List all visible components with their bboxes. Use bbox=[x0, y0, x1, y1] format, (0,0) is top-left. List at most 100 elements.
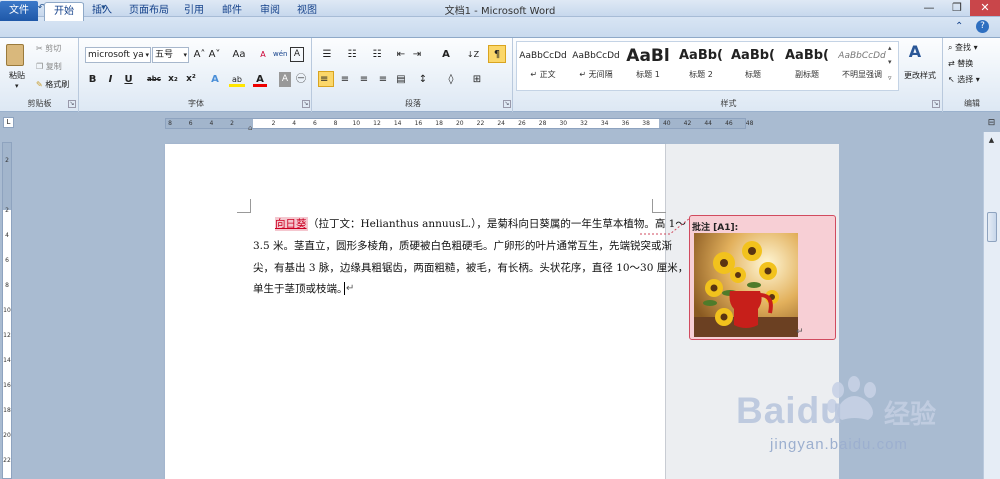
style-heading-2[interactable]: AaBb(标题 2 bbox=[675, 43, 727, 87]
paste-icon[interactable] bbox=[6, 44, 24, 66]
ruler-tick: 8 bbox=[168, 120, 172, 127]
paragraph-launcher-icon[interactable]: ↘ bbox=[503, 100, 511, 108]
select-button[interactable]: ↖ 选择 ▾ bbox=[948, 72, 980, 87]
italic-button[interactable]: I bbox=[104, 72, 117, 87]
center-icon[interactable]: ≡ bbox=[337, 72, 353, 87]
doc-line-3[interactable]: 尖，有基出 3 脉，边缘具粗锯齿，两面粗糙，被毛，有长柄。头状花序，直径 10～… bbox=[253, 261, 688, 275]
font-launcher-icon[interactable]: ↘ bbox=[302, 100, 310, 108]
find-button[interactable]: ⌕ 查找 ▾ bbox=[948, 40, 978, 55]
distributed-icon[interactable]: ▤ bbox=[393, 72, 409, 87]
sort-icon[interactable]: ↓Z bbox=[465, 47, 481, 62]
copy-button[interactable]: ❐ 复制 bbox=[36, 59, 62, 74]
tab-selector-icon[interactable]: L bbox=[3, 117, 14, 128]
style-no-spacing[interactable]: AaBbCcDd ↵ 无间隔 bbox=[570, 43, 622, 87]
gallery-up-icon[interactable]: ▴ bbox=[888, 44, 892, 52]
styles-launcher-icon[interactable]: ↘ bbox=[932, 100, 940, 108]
format-painter-button[interactable]: ✎ 格式刷 bbox=[36, 77, 69, 92]
cut-button[interactable]: ✂ 剪切 bbox=[36, 41, 61, 56]
clipboard-launcher-icon[interactable]: ↘ bbox=[68, 100, 76, 108]
chevron-down-icon[interactable]: ▾ bbox=[145, 48, 149, 62]
align-left-icon[interactable]: ≡ bbox=[318, 71, 334, 87]
vruler-tick: 22 bbox=[3, 457, 11, 464]
shading-icon[interactable]: ◊ bbox=[443, 72, 459, 87]
comment-anchor-text[interactable]: 向日葵 bbox=[275, 217, 307, 231]
vruler-tick: 6 bbox=[5, 257, 9, 264]
sunflowers-vase-image[interactable] bbox=[694, 233, 798, 337]
numbering-icon[interactable]: ☷ bbox=[343, 47, 361, 62]
scroll-up-icon[interactable]: ▲ bbox=[985, 134, 998, 146]
gallery-more-icon[interactable]: ▿ bbox=[888, 74, 892, 82]
borders-icon[interactable]: ⊞ bbox=[469, 72, 485, 87]
text-effects-icon[interactable]: A bbox=[208, 72, 222, 87]
increase-indent-icon[interactable]: ⇥ bbox=[410, 47, 424, 62]
style-normal[interactable]: AaBbCcDd ↵ 正文 bbox=[517, 43, 569, 87]
chinese-layout-icon[interactable]: A bbox=[437, 47, 455, 62]
change-case-icon[interactable]: Aa bbox=[230, 47, 248, 62]
bullets-icon[interactable]: ☰ bbox=[318, 47, 336, 62]
clear-formatting-icon[interactable]: A bbox=[256, 47, 270, 62]
help-icon[interactable]: ? bbox=[976, 20, 989, 33]
font-color-icon[interactable]: A bbox=[253, 72, 267, 87]
bold-button[interactable]: B bbox=[86, 72, 99, 87]
scrollbar-thumb[interactable] bbox=[987, 212, 997, 242]
doc-line-2[interactable]: 3.5 米。茎直立，圆形多棱角，质硬被白色粗硬毛。广卵形的叶片通常互生，先端锐突… bbox=[253, 239, 672, 253]
minimize-button[interactable]: — bbox=[916, 0, 942, 16]
line-spacing-icon[interactable]: ↕ bbox=[415, 72, 431, 87]
font-name-combo[interactable]: microsoft ya ▾ bbox=[85, 47, 151, 63]
paste-button-label[interactable]: 粘贴 bbox=[5, 68, 29, 83]
style-subtitle[interactable]: AaBb(副标题 bbox=[781, 43, 833, 87]
ruler-tick: 30 bbox=[559, 120, 568, 127]
decrease-indent-icon[interactable]: ⇤ bbox=[394, 47, 408, 62]
ruler-tick: 8 bbox=[333, 120, 338, 127]
tab-view[interactable]: 视图 bbox=[288, 2, 326, 21]
strikethrough-button[interactable]: abc bbox=[146, 72, 162, 87]
vertical-ruler[interactable]: 2 2 4 6 8 10 12 14 16 18 20 22 bbox=[2, 142, 12, 479]
view-ruler-icon[interactable]: ⊟ bbox=[986, 118, 997, 129]
tab-insert[interactable]: 插入 bbox=[83, 2, 121, 21]
shrink-font-icon[interactable]: A˅ bbox=[208, 47, 221, 62]
justify-icon[interactable]: ≡ bbox=[375, 72, 391, 87]
multilevel-list-icon[interactable]: ☷ bbox=[368, 47, 386, 62]
ruler-tick: 24 bbox=[497, 120, 505, 127]
change-styles-button[interactable]: 更改样式 bbox=[900, 68, 940, 83]
character-border-icon[interactable]: A bbox=[290, 47, 304, 62]
style-subtle-emphasis[interactable]: AaBbCcDd 不明显强调 bbox=[834, 43, 890, 87]
tab-review[interactable]: 审阅 bbox=[251, 2, 289, 21]
paragraph-group-label: 段落 bbox=[405, 99, 421, 108]
show-marks-icon[interactable]: ¶ bbox=[488, 45, 506, 63]
phonetic-guide-icon[interactable]: wén bbox=[273, 47, 287, 62]
ribbon-minimize-icon[interactable]: ⌃ bbox=[955, 21, 963, 32]
tab-mailings[interactable]: 邮件 bbox=[213, 2, 251, 21]
chevron-down-icon[interactable]: ▾ bbox=[183, 48, 187, 62]
highlight-color-icon[interactable]: ab bbox=[229, 72, 245, 87]
style-title[interactable]: AaBb(标题 bbox=[727, 43, 779, 87]
vertical-scrollbar[interactable] bbox=[983, 132, 1000, 479]
indent-marker-icon[interactable]: ⌂ bbox=[248, 125, 256, 132]
change-styles-icon[interactable]: A bbox=[906, 42, 924, 64]
grow-font-icon[interactable]: A˄ bbox=[193, 47, 206, 62]
superscript-button[interactable]: x² bbox=[184, 72, 198, 87]
character-shading-icon[interactable]: A bbox=[279, 72, 291, 87]
close-button[interactable]: ✕ bbox=[970, 0, 1000, 16]
tab-file[interactable]: 文件 bbox=[0, 1, 38, 21]
align-right-icon[interactable]: ≡ bbox=[356, 72, 372, 87]
document-page[interactable] bbox=[165, 144, 665, 479]
tab-references[interactable]: 引用 bbox=[175, 2, 213, 21]
comment-title: 批注 [A1]: bbox=[692, 223, 739, 233]
doc-line-1[interactable]: （拉丁文：Helianthus annuusL.），是菊科向日葵属的一年生草本植… bbox=[308, 217, 686, 231]
tab-home[interactable]: 开始 bbox=[44, 2, 84, 21]
enclose-characters-icon[interactable]: ㊀ bbox=[294, 72, 308, 87]
replace-button[interactable]: ⇄ 替换 bbox=[948, 56, 973, 71]
gallery-down-icon[interactable]: ▾ bbox=[888, 58, 892, 66]
vruler-tick: 10 bbox=[3, 307, 11, 314]
paste-dropdown-icon[interactable]: ▾ bbox=[15, 82, 19, 90]
font-size-combo[interactable]: 五号 ▾ bbox=[152, 47, 189, 63]
tab-page-layout[interactable]: 页面布局 bbox=[120, 2, 178, 21]
margin-corner-tl bbox=[237, 199, 251, 213]
restore-button[interactable]: ❐ bbox=[944, 0, 970, 16]
subscript-button[interactable]: x₂ bbox=[166, 72, 180, 87]
underline-button[interactable]: U bbox=[122, 72, 135, 87]
style-heading-1[interactable]: AaBl 标题 1 bbox=[622, 43, 674, 87]
red-vase bbox=[729, 291, 762, 328]
doc-line-4[interactable]: 单生于茎顶或枝端。 bbox=[253, 282, 348, 296]
